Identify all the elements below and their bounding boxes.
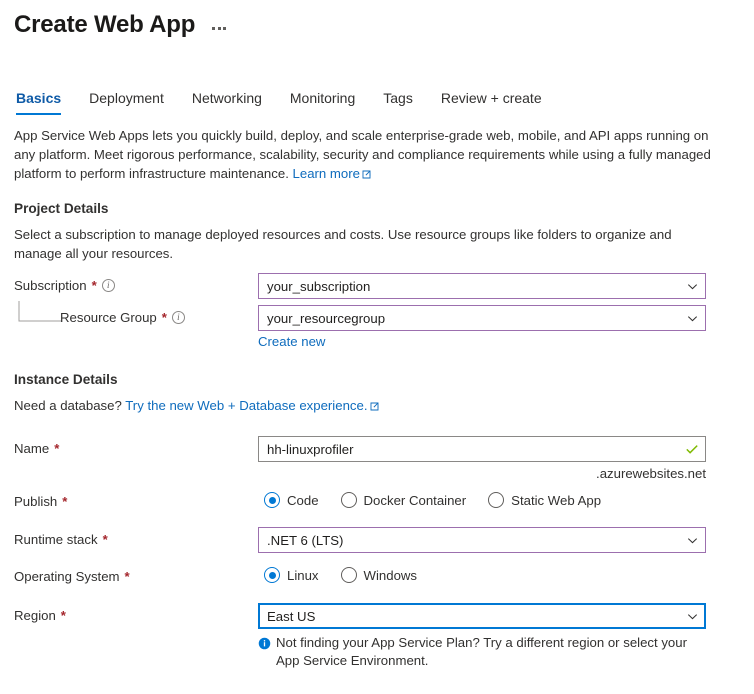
publish-label: Publish xyxy=(14,494,57,509)
radio-unselected-icon xyxy=(341,567,357,583)
os-option-linux[interactable]: Linux xyxy=(264,567,319,583)
operating-system-label-group: Operating System * xyxy=(14,564,258,584)
radio-unselected-icon xyxy=(341,492,357,508)
tab-tags[interactable]: Tags xyxy=(383,90,413,115)
resource-group-dropdown[interactable]: your_resourcegroup xyxy=(258,305,706,331)
subscription-label-group: Subscription * i xyxy=(14,273,258,293)
resource-group-info-icon[interactable]: i xyxy=(172,311,185,324)
database-prompt-row: Need a database? Try the new Web + Datab… xyxy=(14,396,720,416)
region-note-text: Not finding your App Service Plan? Try a… xyxy=(276,634,706,670)
required-marker: * xyxy=(92,278,97,293)
runtime-stack-label-group: Runtime stack * xyxy=(14,527,258,547)
radio-selected-icon xyxy=(264,567,280,583)
region-row: Region * East US Not finding your App Se… xyxy=(14,603,740,670)
publish-radio-group: Code Docker Container Static Web App xyxy=(264,489,706,508)
operating-system-radio-group: Linux Windows xyxy=(264,564,706,583)
tab-monitoring[interactable]: Monitoring xyxy=(290,90,355,115)
resource-group-label: Resource Group xyxy=(60,310,157,325)
info-circle-icon xyxy=(258,637,271,650)
os-option-label: Linux xyxy=(287,568,319,583)
os-option-label: Windows xyxy=(364,568,418,583)
project-details-description: Select a subscription to manage deployed… xyxy=(14,225,720,263)
instance-details-heading: Instance Details xyxy=(14,372,740,387)
publish-label-group: Publish * xyxy=(14,489,258,509)
name-field: hh-linuxprofiler .azurewebsites.net xyxy=(258,436,706,481)
publish-option-static-web-app[interactable]: Static Web App xyxy=(488,492,601,508)
project-details-heading: Project Details xyxy=(14,201,740,216)
blade-header: Create Web App xyxy=(14,0,740,44)
create-web-app-blade: Create Web App Basics Deployment Network… xyxy=(0,0,754,670)
tab-networking[interactable]: Networking xyxy=(192,90,262,115)
web-database-experience-link[interactable]: Try the new Web + Database experience. xyxy=(125,398,378,413)
operating-system-label: Operating System xyxy=(14,569,120,584)
subscription-label: Subscription xyxy=(14,278,87,293)
required-marker: * xyxy=(54,441,59,456)
os-option-windows[interactable]: Windows xyxy=(341,567,418,583)
region-label-group: Region * xyxy=(14,603,258,623)
publish-option-code[interactable]: Code xyxy=(264,492,319,508)
publish-option-label: Code xyxy=(287,493,319,508)
wizard-tabs: Basics Deployment Networking Monitoring … xyxy=(14,75,740,115)
page-title: Create Web App xyxy=(14,11,195,39)
runtime-stack-value: .NET 6 (LTS) xyxy=(267,533,682,548)
subscription-field: your_subscription xyxy=(258,273,706,299)
resource-group-field: your_resourcegroup Create new xyxy=(258,305,706,349)
external-link-icon xyxy=(370,397,379,416)
runtime-stack-label: Runtime stack xyxy=(14,532,98,547)
radio-selected-icon xyxy=(264,492,280,508)
region-field: East US Not finding your App Service Pla… xyxy=(258,603,706,670)
publish-row: Publish * Code Docker Container Static W… xyxy=(14,489,740,515)
create-new-resource-group: Create new xyxy=(258,334,706,349)
operating-system-row: Operating System * Linux Windows xyxy=(14,564,740,590)
resource-group-label-group: Resource Group * i xyxy=(14,305,258,325)
publish-field: Code Docker Container Static Web App xyxy=(258,489,706,508)
database-prompt-text: Need a database? xyxy=(14,398,122,413)
required-marker: * xyxy=(125,569,130,584)
operating-system-field: Linux Windows xyxy=(258,564,706,583)
create-new-link[interactable]: Create new xyxy=(258,334,325,349)
resource-group-row: Resource Group * i your_resourcegroup Cr… xyxy=(14,305,740,349)
subscription-dropdown[interactable]: your_subscription xyxy=(258,273,706,299)
valid-check-icon xyxy=(685,442,699,456)
required-marker: * xyxy=(61,608,66,623)
region-label: Region xyxy=(14,608,56,623)
subscription-value: your_subscription xyxy=(267,279,682,294)
web-database-label: Try the new Web + Database experience. xyxy=(125,398,367,413)
runtime-stack-field: .NET 6 (LTS) xyxy=(258,527,706,553)
chevron-down-icon xyxy=(686,280,699,293)
tab-review-create[interactable]: Review + create xyxy=(441,90,542,115)
external-link-icon xyxy=(362,165,371,184)
name-label-group: Name * xyxy=(14,436,258,456)
resource-group-value: your_resourcegroup xyxy=(267,311,682,326)
required-marker: * xyxy=(103,532,108,547)
name-row: Name * hh-linuxprofiler .azurewebsites.n… xyxy=(14,436,740,481)
required-marker: * xyxy=(162,310,167,325)
tab-deployment[interactable]: Deployment xyxy=(89,90,164,115)
runtime-stack-row: Runtime stack * .NET 6 (LTS) xyxy=(14,527,740,553)
region-dropdown[interactable]: East US xyxy=(258,603,706,629)
chevron-down-icon xyxy=(686,534,699,547)
region-value: East US xyxy=(267,609,682,624)
name-value: hh-linuxprofiler xyxy=(267,442,685,457)
runtime-stack-dropdown[interactable]: .NET 6 (LTS) xyxy=(258,527,706,553)
learn-more-label: Learn more xyxy=(293,166,360,181)
learn-more-link[interactable]: Learn more xyxy=(293,166,371,181)
tab-basics[interactable]: Basics xyxy=(16,90,61,115)
region-info-note: Not finding your App Service Plan? Try a… xyxy=(258,634,706,670)
required-marker: * xyxy=(62,494,67,509)
chevron-down-icon xyxy=(686,610,699,623)
publish-option-label: Static Web App xyxy=(511,493,601,508)
name-domain-suffix: .azurewebsites.net xyxy=(258,466,706,481)
subscription-info-icon[interactable]: i xyxy=(102,279,115,292)
radio-unselected-icon xyxy=(488,492,504,508)
name-input[interactable]: hh-linuxprofiler xyxy=(258,436,706,462)
publish-option-label: Docker Container xyxy=(364,493,467,508)
chevron-down-icon xyxy=(686,312,699,325)
subscription-row: Subscription * i your_subscription xyxy=(14,273,740,299)
intro-description: App Service Web Apps lets you quickly bu… xyxy=(14,126,720,184)
more-options-icon[interactable] xyxy=(209,21,229,30)
name-label: Name xyxy=(14,441,49,456)
publish-option-docker-container[interactable]: Docker Container xyxy=(341,492,467,508)
